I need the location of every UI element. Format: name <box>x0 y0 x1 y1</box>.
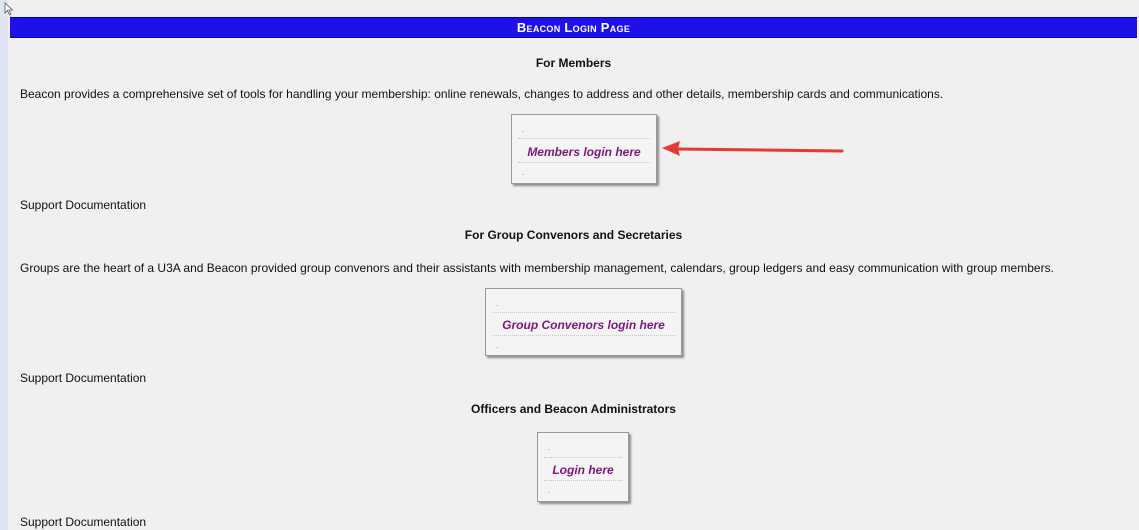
box-divider <box>492 335 675 336</box>
page-title: Beacon Login Page <box>10 17 1137 38</box>
box-divider <box>492 312 675 313</box>
support-documentation-link-officers[interactable]: Support Documentation <box>20 515 146 529</box>
mouse-pointer-icon <box>4 2 14 16</box>
support-documentation-link-members[interactable]: Support Documentation <box>20 198 146 212</box>
red-arrow-icon <box>662 141 844 156</box>
box-dot-top: . <box>522 127 524 134</box>
box-dot-top: . <box>496 301 498 308</box>
box-dot-bottom: . <box>496 343 498 350</box>
section-heading-officers: Officers and Beacon Administrators <box>471 402 676 416</box>
section-description-members: Beacon provides a comprehensive set of t… <box>20 87 944 101</box>
box-dot-top: . <box>548 445 550 452</box>
officers-login-button[interactable]: . Login here . <box>537 432 629 502</box>
members-login-button[interactable]: . Members login here . <box>511 114 657 184</box>
officers-login-label[interactable]: Login here <box>538 463 628 477</box>
box-dot-bottom: . <box>522 170 524 177</box>
section-heading-members: For Members <box>535 56 612 70</box>
group-convenors-login-button[interactable]: . Group Convenors login here . <box>485 288 682 356</box>
box-divider <box>544 457 622 458</box>
page: Beacon Login Page For Members Beacon pro… <box>0 0 1139 530</box>
box-divider <box>518 162 650 163</box>
box-divider <box>544 480 622 481</box>
box-divider <box>518 138 650 139</box>
group-convenors-login-label[interactable]: Group Convenors login here <box>486 318 681 332</box>
members-login-label[interactable]: Members login here <box>512 145 656 159</box>
section-heading-group-convenors: For Group Convenors and Secretaries <box>464 228 683 242</box>
support-documentation-link-group-convenors[interactable]: Support Documentation <box>20 371 146 385</box>
left-edge-strip <box>0 0 8 530</box>
section-description-group-convenors: Groups are the heart of a U3A and Beacon… <box>20 261 1054 275</box>
box-dot-bottom: . <box>548 488 550 495</box>
